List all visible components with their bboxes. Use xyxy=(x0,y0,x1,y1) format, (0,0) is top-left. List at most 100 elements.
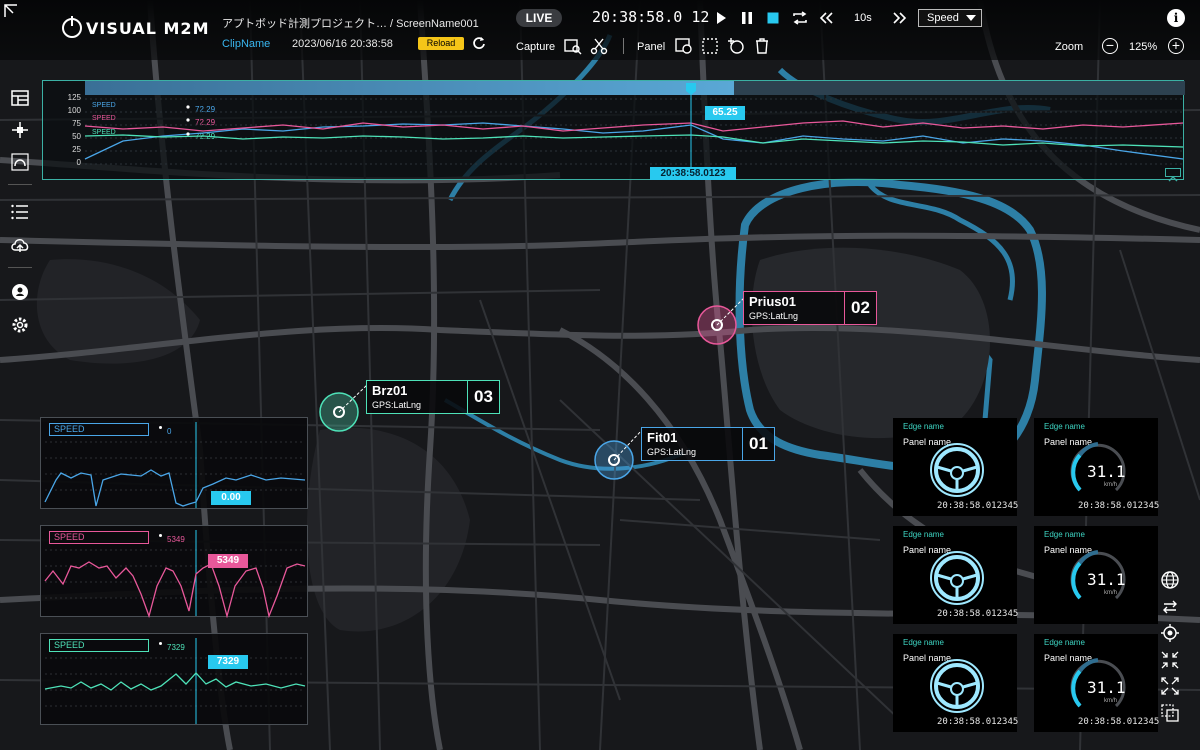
app-logo: VISUAL M2M xyxy=(62,16,210,38)
speed-readout: 31.1 xyxy=(1087,462,1126,481)
steering-wheel-icon xyxy=(930,443,984,497)
steering-wheel-icon xyxy=(930,659,984,713)
vehicle-gps: GPS:LatLng xyxy=(647,447,697,457)
swap-icon[interactable] xyxy=(1160,597,1180,617)
clip-datetime: 2023/06/16 20:38:58 xyxy=(292,38,393,50)
steering-wheel-icon xyxy=(930,551,984,605)
cursor-value-tag: 65.25 xyxy=(705,106,745,120)
edge-timestamp: 20:38:58.012345 xyxy=(937,501,1019,511)
vehicle-number: 01 xyxy=(742,428,774,460)
vehicle-name: Brz01 xyxy=(372,383,408,398)
selection-icon[interactable] xyxy=(701,37,719,55)
capture-label: Capture xyxy=(516,41,556,53)
speed-readout: 31.1 xyxy=(1087,678,1126,697)
graph-value-tag: 5349 xyxy=(208,554,248,568)
info-icon[interactable]: i xyxy=(1167,9,1185,27)
pause-icon[interactable] xyxy=(739,10,755,26)
vehicle-gps: GPS:LatLng xyxy=(749,311,799,321)
edge-name: Edge name xyxy=(903,530,944,539)
metric-select[interactable]: Speed xyxy=(918,9,982,27)
speed-unit: km/h xyxy=(1104,590,1118,596)
expand-icon[interactable] xyxy=(4,4,18,18)
chevron-up-icon xyxy=(1168,176,1178,182)
edge-panel-speedometer[interactable]: Edge name Panel name 31.1 km/h xyxy=(1034,526,1158,624)
edge-panel-steering[interactable]: Edge name Panel name 20:38:58.012345 xyxy=(893,634,1019,732)
speed-readout: 31.1 xyxy=(1087,570,1126,589)
graph-plot xyxy=(44,422,306,508)
stop-icon[interactable] xyxy=(765,10,781,26)
interval-label[interactable]: 10s xyxy=(854,12,872,24)
left-sidebar xyxy=(0,80,40,340)
edge-timestamp: 20:38:58.012345 xyxy=(937,717,1019,727)
zoom-label: Zoom xyxy=(1055,41,1084,53)
refresh-icon[interactable] xyxy=(472,36,486,50)
speed-unit: km/h xyxy=(1104,482,1118,488)
clip-name-link[interactable]: ClipName xyxy=(222,38,270,50)
fast-forward-icon[interactable] xyxy=(892,10,908,26)
reload-button[interactable]: Reload xyxy=(418,37,464,50)
edge-name: Edge name xyxy=(903,638,944,647)
speed-graph-panel[interactable]: SPEED 5349 5349 xyxy=(40,525,308,618)
graph-plot xyxy=(44,530,306,618)
loop-icon[interactable] xyxy=(792,10,808,26)
user-icon[interactable] xyxy=(10,282,30,302)
edge-panel-steering[interactable]: Edge name Panel name 20:38:58.012345 xyxy=(893,526,1019,624)
speed-graph-panel[interactable]: SPEED 0 0.00 xyxy=(40,417,308,509)
layers-icon[interactable] xyxy=(1160,703,1180,723)
edge-timestamp: 20:38:58.012345 xyxy=(1078,501,1160,511)
vehicle-name: Fit01 xyxy=(647,430,678,445)
rewind-icon[interactable] xyxy=(818,10,834,26)
shrink-icon[interactable] xyxy=(1160,650,1180,670)
graph-value-tag: 0.00 xyxy=(211,491,251,505)
curve-icon[interactable] xyxy=(10,152,30,172)
speed-graph-panel[interactable]: SPEED 7329 7329 xyxy=(40,633,308,725)
cursor-time-tag: 20:38:58.0123 xyxy=(650,167,736,180)
zoom-out-button[interactable]: − xyxy=(1102,38,1118,54)
vehicle-label-prius01[interactable]: Prius01 GPS:LatLng 02 xyxy=(743,291,877,325)
panel-clock-icon[interactable] xyxy=(675,37,693,55)
trash-icon[interactable] xyxy=(753,37,771,55)
project-breadcrumb[interactable]: アプトボッド計測プロジェクト… / ScreenName001 xyxy=(222,15,479,31)
timeline-chart xyxy=(84,83,1184,169)
add-panel-icon[interactable] xyxy=(727,37,745,55)
panel-label: Panel xyxy=(637,41,666,53)
zoom-value: 125% xyxy=(1129,41,1158,53)
timeline-handle-icon xyxy=(686,83,696,95)
vehicle-name: Prius01 xyxy=(749,294,796,309)
timeline-panel[interactable]: 125 100 75 50 25 0 SPEED SPEED SPEED 72.… xyxy=(42,80,1185,182)
power-logo-icon xyxy=(62,16,82,38)
graph-value-tag: 7329 xyxy=(208,655,248,669)
edge-name: Edge name xyxy=(1044,422,1085,431)
edge-panel-speedometer[interactable]: Edge name Panel name 31.1 km/h 20:38:58.… xyxy=(1034,418,1160,516)
collapse-timeline-button[interactable] xyxy=(1165,168,1181,182)
playback-clock: 20:38:58.0 12 xyxy=(592,8,710,26)
edge-timestamp: 20:38:58.012345 xyxy=(937,609,1019,619)
chevron-down-icon xyxy=(966,15,976,21)
settings-icon[interactable] xyxy=(10,315,30,335)
metric-select-value: Speed xyxy=(927,12,959,24)
top-toolbar: VISUAL M2M アプトボッド計測プロジェクト… / ScreenName0… xyxy=(0,0,1200,60)
vehicle-number: 03 xyxy=(467,381,499,413)
edge-panel-steering[interactable]: Edge name Panel name 20:38:58.012345 xyxy=(893,418,1019,516)
locate-icon[interactable] xyxy=(1160,623,1180,643)
edge-name: Edge name xyxy=(1044,638,1085,647)
layout-icon[interactable] xyxy=(10,88,30,108)
live-badge[interactable]: LIVE xyxy=(516,9,562,27)
vehicle-label-brz01[interactable]: Brz01 GPS:LatLng 03 xyxy=(366,380,500,414)
globe-icon[interactable] xyxy=(1160,570,1180,590)
calendar-search-icon[interactable] xyxy=(564,37,582,55)
logo-text: VISUAL M2M xyxy=(86,18,210,38)
list-icon[interactable] xyxy=(10,202,30,222)
scissors-icon[interactable] xyxy=(590,37,608,55)
crosshair-move-icon[interactable] xyxy=(10,120,30,140)
edge-panel-speedometer[interactable]: Edge name Panel name 31.1 km/h 20:38:58.… xyxy=(1034,634,1160,732)
expand-arrows-icon[interactable] xyxy=(1160,676,1180,696)
edge-name: Edge name xyxy=(903,422,944,431)
zoom-in-button[interactable]: + xyxy=(1168,38,1184,54)
vehicle-label-fit01[interactable]: Fit01 GPS:LatLng 01 xyxy=(641,427,775,461)
play-icon[interactable] xyxy=(713,10,729,26)
edge-timestamp: 20:38:58.012345 xyxy=(1078,717,1160,727)
vehicle-gps: GPS:LatLng xyxy=(372,400,422,410)
cloud-upload-icon[interactable] xyxy=(10,235,30,255)
map-tools xyxy=(1158,560,1182,730)
